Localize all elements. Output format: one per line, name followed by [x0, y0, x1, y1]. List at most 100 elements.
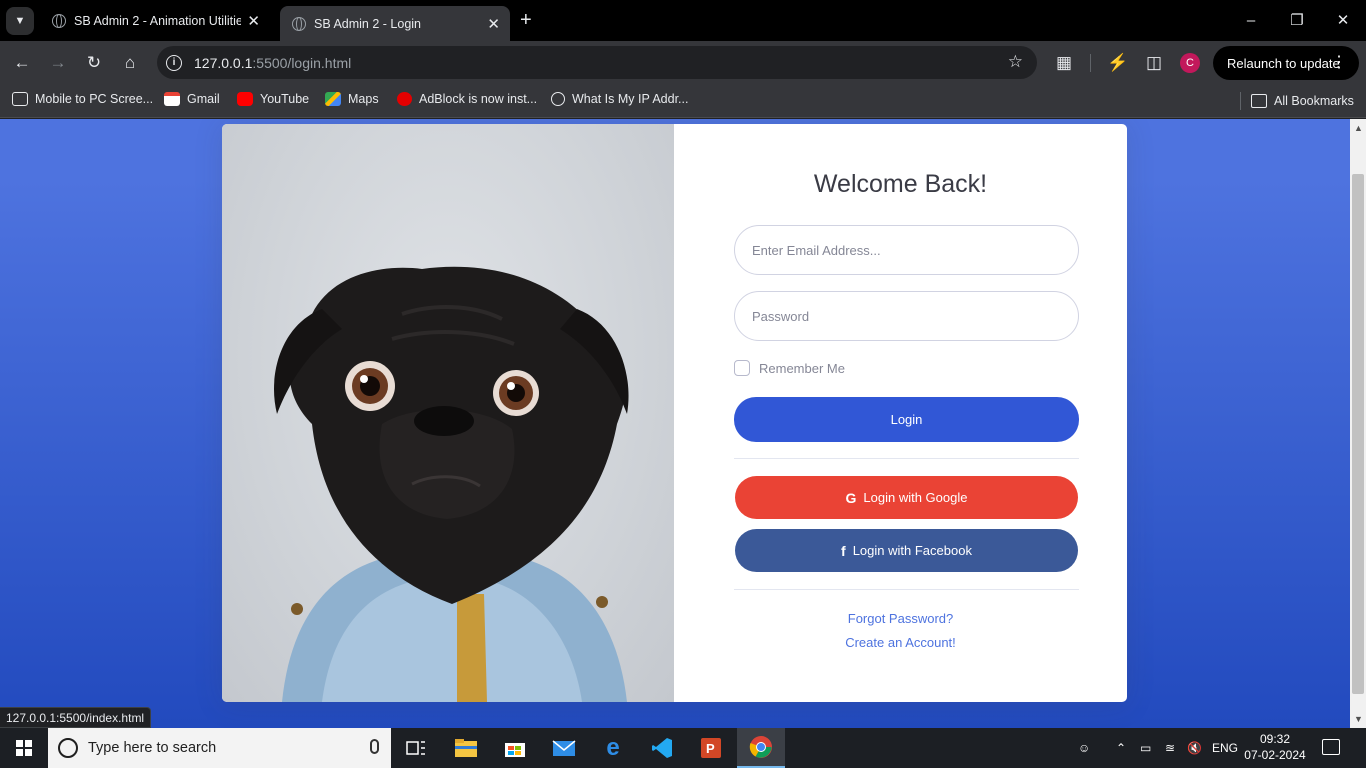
facebook-button-label: Login with Facebook [852, 543, 972, 558]
restore-icon[interactable]: ❐ [1274, 0, 1320, 40]
forward-arrow-icon[interactable]: → [44, 49, 72, 77]
google-icon: G [845, 489, 857, 506]
powerpoint-glyph: P [701, 738, 721, 758]
volume-muted-icon[interactable]: 🔇 [1187, 728, 1202, 768]
side-panel-icon[interactable]: ◫ [1140, 49, 1168, 77]
login-with-facebook-button[interactable]: f Login with Facebook [735, 529, 1078, 572]
scrollbar-thumb[interactable] [1352, 174, 1364, 694]
password-field[interactable] [734, 291, 1079, 341]
bookmark-gmail[interactable]: Gmail [164, 92, 220, 106]
login-image [222, 124, 674, 702]
url-host: 127.0.0.1 [194, 54, 253, 71]
google-button-label: Login with Google [863, 490, 968, 505]
browser-toolbar: ← → ↻ ⌂ i 127.0.0.1:5500/login.html ☆ ▦ … [0, 41, 1366, 85]
powerpoint-icon[interactable]: P [687, 728, 735, 768]
chevron-up-icon[interactable]: ⌃ [1116, 728, 1126, 768]
all-bookmarks[interactable]: All Bookmarks [1240, 92, 1354, 110]
remember-me-checkbox[interactable] [734, 360, 750, 376]
relaunch-button[interactable]: Relaunch to update ⋮ [1213, 46, 1359, 80]
remember-me[interactable]: Remember Me [734, 360, 845, 376]
scroll-down-arrow-icon[interactable]: ▼ [1354, 714, 1363, 724]
extensions-icon[interactable]: ▦ [1050, 49, 1078, 77]
email-field[interactable] [734, 225, 1079, 275]
back-arrow-icon[interactable]: ← [8, 49, 36, 77]
bookmark-what-is-my-ip[interactable]: What Is My IP Addr... [551, 92, 688, 106]
scroll-up-arrow-icon[interactable]: ▲ [1354, 123, 1363, 133]
all-bookmarks-label: All Bookmarks [1274, 94, 1354, 108]
task-view-icon[interactable] [392, 728, 440, 768]
windows-taskbar: Type here to search e P ☺ ⌃ ▭ ≊ 🔇 ENG 09… [0, 728, 1366, 768]
divider [734, 589, 1079, 590]
bookmarks-divider [1240, 92, 1241, 110]
address-bar[interactable]: i 127.0.0.1:5500/login.html ☆ [157, 46, 1037, 79]
forgot-password-link[interactable]: Forgot Password? [674, 611, 1127, 626]
chrome-icon[interactable] [737, 728, 785, 768]
bookmark-star-icon[interactable]: ☆ [1008, 52, 1023, 72]
close-tab-icon[interactable]: ✕ [487, 15, 500, 33]
bookmark-label: AdBlock is now inst... [419, 92, 538, 106]
performance-icon[interactable]: ⚡ [1104, 49, 1132, 77]
store-icon[interactable] [491, 728, 539, 768]
folder-icon [1251, 94, 1267, 108]
new-tab-button[interactable]: + [520, 9, 532, 31]
cast-icon [12, 92, 28, 106]
bookmark-maps[interactable]: Maps [325, 92, 379, 106]
microphone-icon[interactable] [370, 739, 379, 754]
login-card: Welcome Back! Remember Me Login G Login … [222, 124, 1127, 702]
bookmark-adblock[interactable]: AdBlock is now inst... [397, 92, 537, 106]
tab-animation-utilities[interactable]: SB Admin 2 - Animation Utilities ✕ [40, 6, 270, 35]
battery-icon[interactable]: ▭ [1140, 728, 1151, 768]
clock-date: 07-02-2024 [1244, 748, 1306, 762]
folder-glyph [455, 739, 477, 757]
bookmark-label: Maps [348, 92, 379, 106]
page-scrollbar[interactable]: ▲ ▼ [1350, 119, 1366, 728]
task-view-glyph [406, 741, 425, 755]
profile-avatar[interactable]: C [1180, 53, 1200, 73]
login-form: Welcome Back! Remember Me Login G Login … [674, 124, 1127, 702]
tab-search-button[interactable]: ▼ [6, 7, 34, 35]
close-tab-icon[interactable]: ✕ [247, 12, 260, 30]
create-account-link[interactable]: Create an Account! [674, 635, 1127, 650]
people-icon[interactable]: ☺ [1078, 728, 1090, 768]
facebook-icon: f [841, 542, 846, 559]
url-text[interactable]: 127.0.0.1:5500/login.html [194, 55, 351, 71]
tab-title: SB Admin 2 - Animation Utilities [74, 13, 242, 28]
login-button[interactable]: Login [734, 397, 1079, 442]
notification-icon[interactable] [1322, 739, 1340, 755]
mail-icon[interactable] [540, 728, 588, 768]
page-title: Welcome Back! [813, 170, 988, 198]
reload-icon[interactable]: ↻ [80, 49, 108, 77]
edge-icon[interactable]: e [589, 728, 637, 768]
tab-title: SB Admin 2 - Login [314, 16, 422, 31]
site-info-icon[interactable]: i [166, 54, 182, 71]
remember-me-label: Remember Me [759, 360, 845, 376]
page-viewport: Welcome Back! Remember Me Login G Login … [0, 119, 1350, 728]
language-indicator[interactable]: ENG [1212, 728, 1238, 768]
mail-glyph [552, 740, 576, 756]
bookmark-mobile-to-pc[interactable]: Mobile to PC Scree... [12, 92, 153, 106]
taskbar-search-placeholder: Type here to search [88, 740, 217, 756]
home-icon[interactable]: ⌂ [116, 49, 144, 77]
menu-dots-icon: ⋮ [1331, 54, 1347, 71]
globe-icon [52, 13, 66, 28]
windows-logo-icon [16, 740, 32, 756]
url-path: :5500/login.html [252, 54, 352, 71]
status-bar-url: 127.0.0.1:5500/index.html [0, 707, 152, 728]
vscode-glyph [652, 738, 672, 758]
vscode-icon[interactable] [638, 728, 686, 768]
globe-icon [551, 92, 565, 106]
taskbar-search-box[interactable]: Type here to search [48, 728, 391, 768]
divider [734, 458, 1079, 459]
minimize-icon[interactable]: – [1228, 0, 1274, 40]
start-button[interactable] [0, 728, 48, 768]
taskbar-clock[interactable]: 09:32 07-02-2024 [1240, 731, 1310, 763]
file-explorer-icon[interactable] [442, 728, 490, 768]
pug-photo [274, 266, 629, 702]
close-window-icon[interactable]: ✕ [1320, 0, 1366, 40]
bookmark-label: Gmail [187, 92, 220, 106]
login-with-google-button[interactable]: G Login with Google [735, 476, 1078, 519]
gmail-icon [164, 92, 180, 106]
wifi-icon[interactable]: ≊ [1165, 728, 1175, 768]
bookmark-youtube[interactable]: YouTube [237, 92, 309, 106]
tab-login[interactable]: SB Admin 2 - Login ✕ [280, 6, 510, 41]
